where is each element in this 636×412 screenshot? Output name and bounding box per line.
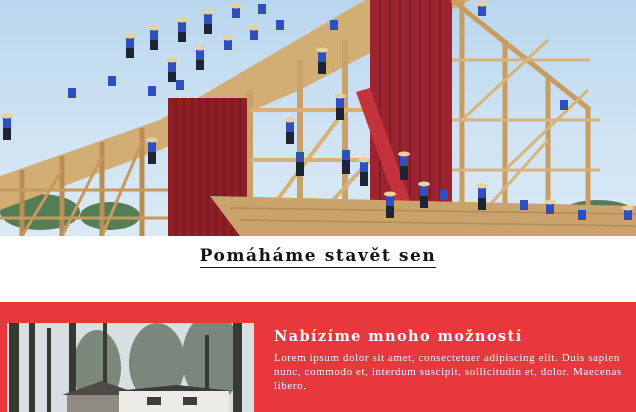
feature-title: Nabízíme mnoho možností — [274, 328, 523, 345]
tagline-section: Pomáháme stavět sen — [0, 236, 636, 302]
feature-body: Lorem ipsum dolor sit amet, consectetuer… — [274, 352, 622, 392]
hero-image — [0, 0, 636, 236]
feature-text: Nabízíme mnoho možností Lorem ipsum dolo… — [274, 328, 629, 393]
house-among-trees-photo — [7, 323, 254, 412]
feature-band: Nabízíme mnoho možností Lorem ipsum dolo… — [0, 302, 636, 412]
barn-raising-photo — [0, 0, 636, 236]
tagline-heading: Pomáháme stavět sen — [199, 246, 437, 268]
